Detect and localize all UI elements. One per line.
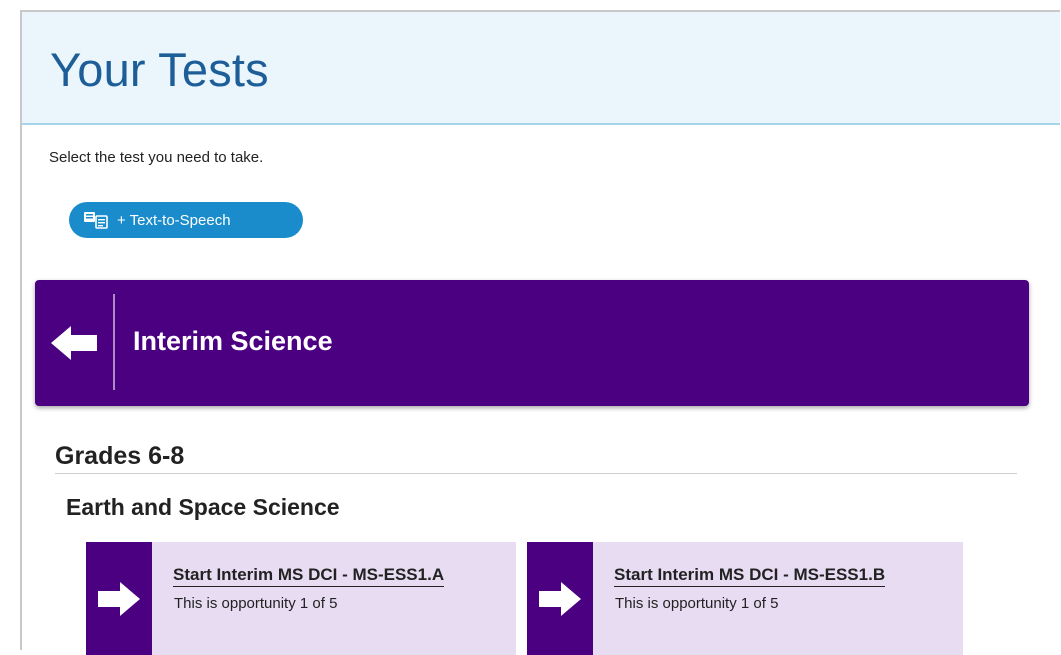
arrow-right-icon: [98, 581, 140, 616]
grade-divider: [55, 473, 1017, 474]
test-title[interactable]: Start Interim MS DCI - MS-ESS1.B: [614, 565, 886, 587]
test-opportunity: This is opportunity 1 of 5: [615, 595, 779, 612]
text-to-speech-icon: [83, 210, 109, 230]
test-card-ess1b[interactable]: Start Interim MS DCI - MS-ESS1.B This is…: [527, 542, 963, 655]
arrow-left-icon: [51, 326, 97, 360]
subject-title: Interim Science: [133, 326, 333, 356]
subject-banner: Interim Science: [35, 280, 1029, 406]
start-test-arrow: [527, 542, 593, 655]
banner-divider: [113, 294, 115, 390]
page-title: Your Tests: [50, 43, 269, 96]
instructions-text: Select the test you need to take.: [49, 149, 264, 166]
test-opportunity: This is opportunity 1 of 5: [174, 595, 338, 612]
text-to-speech-label: + Text-to-Speech: [117, 211, 231, 229]
page-header: Your Tests: [22, 12, 1060, 125]
text-to-speech-button[interactable]: + Text-to-Speech: [69, 202, 303, 238]
grade-heading: Grades 6-8: [55, 442, 185, 470]
test-card-ess1a[interactable]: Start Interim MS DCI - MS-ESS1.A This is…: [86, 542, 516, 655]
back-button[interactable]: [35, 280, 113, 406]
start-test-arrow: [86, 542, 152, 655]
app-frame: Your Tests Select the test you need to t…: [20, 10, 1060, 655]
category-heading: Earth and Space Science: [66, 494, 340, 520]
arrow-right-icon: [539, 581, 581, 616]
test-title[interactable]: Start Interim MS DCI - MS-ESS1.A: [173, 565, 445, 587]
